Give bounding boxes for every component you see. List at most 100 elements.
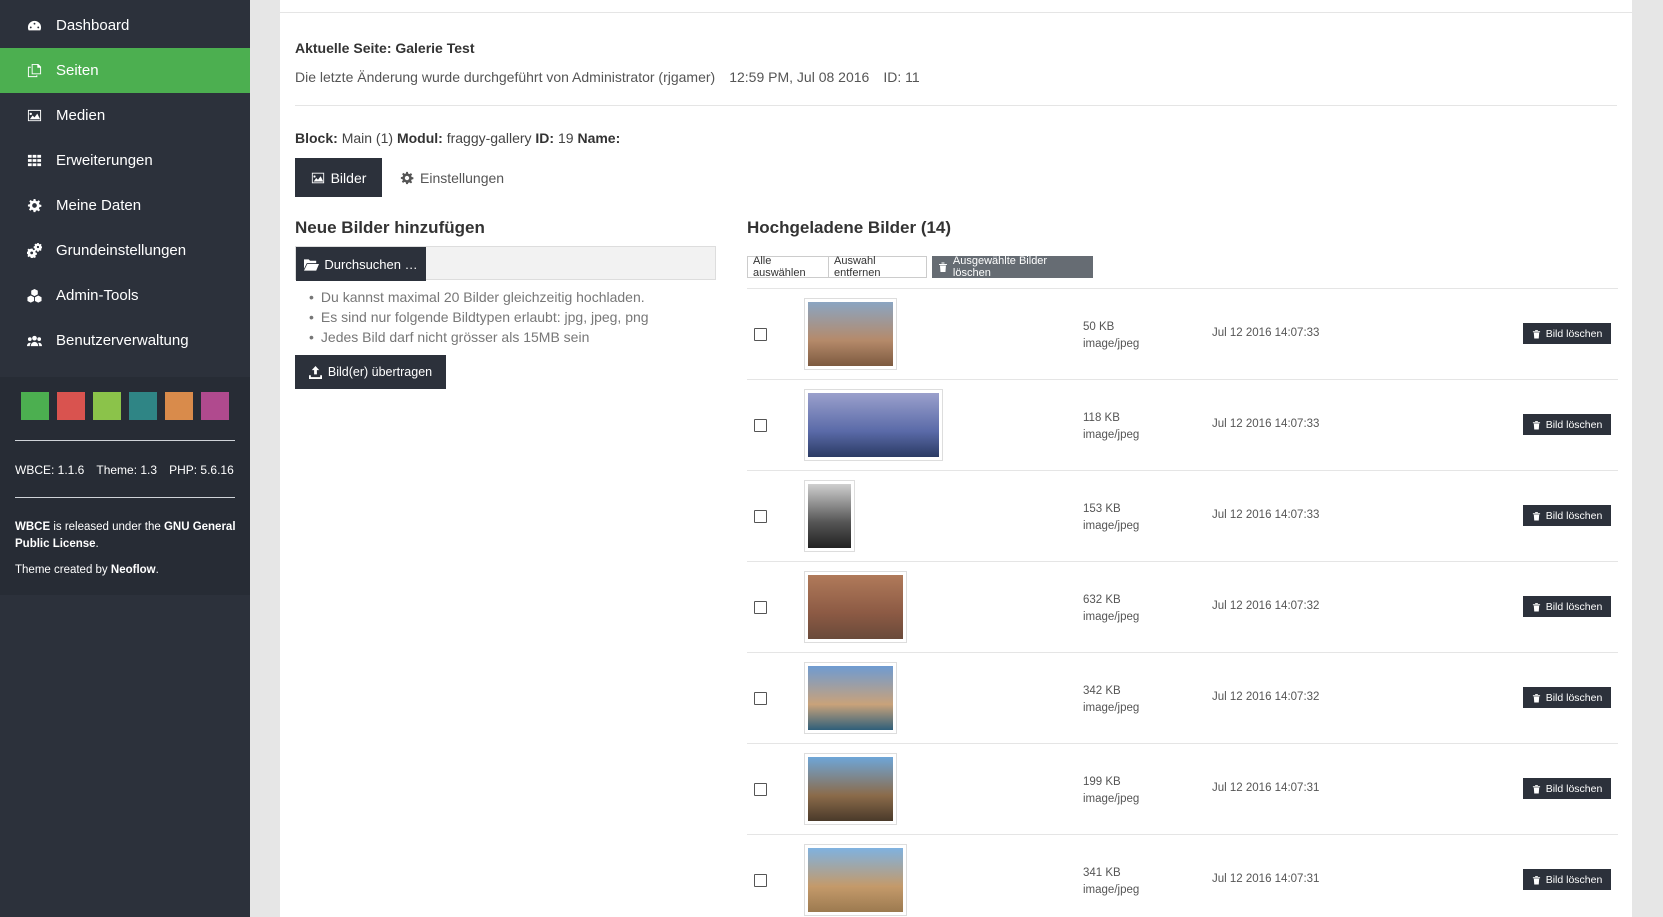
submit-label: Bild(er) übertragen: [327, 365, 433, 379]
file-size: 341 KB: [1083, 867, 1121, 879]
select-checkbox[interactable]: [754, 601, 767, 614]
delete-label: Bild löschen: [1545, 691, 1603, 704]
last-change-time: 12:59 PM, Jul 08 2016: [729, 69, 870, 85]
image-thumbnail[interactable]: [804, 753, 897, 825]
delete-image-button[interactable]: Bild löschen: [1523, 596, 1611, 617]
tab-bilder[interactable]: Bilder: [295, 158, 382, 197]
last-change: Die letzte Änderung wurde durchgeführt v…: [295, 69, 716, 85]
select-checkbox[interactable]: [754, 874, 767, 887]
credit-author[interactable]: Neoflow: [111, 564, 156, 576]
sidebar-item-benutzerverwaltung[interactable]: Benutzerverwaltung: [0, 318, 250, 363]
image-size-info: 342 KB image/jpeg: [1083, 683, 1139, 717]
browse-button[interactable]: Durchsuchen …: [296, 247, 426, 281]
image-size-info: 341 KB image/jpeg: [1083, 865, 1139, 899]
mime-type: image/jpeg: [1083, 429, 1140, 441]
sidebar-item-meine-daten[interactable]: Meine Daten: [0, 183, 250, 228]
tab-label: Bilder: [330, 169, 367, 186]
delete-image-button[interactable]: Bild löschen: [1523, 323, 1611, 344]
delete-image-button[interactable]: Bild löschen: [1523, 505, 1611, 526]
sidebar-item-seiten[interactable]: Seiten: [0, 48, 250, 93]
image-size-info: 199 KB image/jpeg: [1083, 774, 1139, 808]
image-icon: [26, 108, 42, 124]
pages-icon: [26, 63, 42, 79]
image-size-info: 50 KB image/jpeg: [1083, 319, 1139, 353]
upload-hints: Du kannst maximal 20 Bilder gleichzeitig…: [320, 287, 649, 347]
license-period: .: [95, 538, 99, 550]
sidebar-item-label: Grundeinstellungen: [56, 242, 187, 259]
sidebar-item-dashboard[interactable]: Dashboard: [0, 3, 250, 48]
upload-date: Jul 12 2016 14:07:33: [1212, 327, 1320, 339]
image-row: 199 KB image/jpeg Jul 12 2016 14:07:31 Bild…: [747, 744, 1618, 835]
color-swatch[interactable]: [21, 392, 49, 420]
upload-date: Jul 12 2016 14:07:31: [1212, 782, 1320, 794]
thumbnail-picture: [808, 484, 851, 548]
modul-value: fraggy-gallery: [446, 130, 532, 146]
delete-image-button[interactable]: Bild löschen: [1523, 414, 1611, 435]
color-swatch[interactable]: [165, 392, 193, 420]
upload-submit-button[interactable]: Bild(er) übertragen: [295, 355, 446, 389]
image-size-info: 153 KB image/jpeg: [1083, 501, 1139, 535]
tab-einstellungen[interactable]: Einstellungen: [400, 158, 504, 197]
color-swatch[interactable]: [129, 392, 157, 420]
delete-label: Bild löschen: [1545, 327, 1603, 340]
delete-label: Bild löschen: [1545, 782, 1603, 795]
color-swatch[interactable]: [201, 392, 229, 420]
sidebar-item-erweiterungen[interactable]: Erweiterungen: [0, 138, 250, 183]
image-thumbnail[interactable]: [804, 844, 907, 916]
select-checkbox[interactable]: [754, 510, 767, 523]
gears-icon: [26, 243, 42, 259]
sidebar-item-label: Meine Daten: [56, 197, 142, 214]
image-row: 632 KB image/jpeg Jul 12 2016 14:07:32 Bild…: [747, 562, 1618, 653]
gallery-heading: Hochgeladene Bilder (14): [747, 218, 952, 237]
file-size: 118 KB: [1083, 412, 1120, 424]
image-thumbnail[interactable]: [804, 571, 907, 643]
name-label: Name:: [577, 130, 621, 146]
theme-version: Theme: 1.3: [96, 463, 158, 477]
mime-type: image/jpeg: [1083, 884, 1140, 896]
image-thumbnail[interactable]: [804, 298, 897, 370]
version-info: WBCE: 1.1.6 Theme: 1.3 PHP: 5.6.16: [15, 463, 234, 477]
theme-color-swatches: [21, 392, 229, 420]
gear-icon: [26, 198, 42, 214]
file-input[interactable]: Durchsuchen …: [295, 246, 716, 281]
trash-icon: [1532, 875, 1540, 884]
theme-credit: Theme created by Neoflow.: [15, 564, 159, 576]
mime-type: image/jpeg: [1083, 338, 1140, 350]
image-thumbnail[interactable]: [804, 662, 897, 734]
select-all-button[interactable]: Alle auswählen: [747, 255, 829, 279]
delete-image-button[interactable]: Bild löschen: [1523, 869, 1611, 890]
delete-image-button[interactable]: Bild löschen: [1523, 687, 1611, 708]
delete-selected-label: Ausgewählte Bilder löschen: [952, 255, 1048, 279]
select-checkbox[interactable]: [754, 419, 767, 432]
browse-label: Durchsuchen …: [324, 256, 418, 272]
file-size: 50 KB: [1083, 321, 1115, 333]
delete-image-button[interactable]: Bild löschen: [1523, 778, 1611, 799]
deselect-button[interactable]: Auswahl entfernen: [828, 255, 927, 279]
modul-label: Modul:: [396, 130, 443, 146]
image-row: 341 KB image/jpeg Jul 12 2016 14:07:31 Bild…: [747, 835, 1618, 917]
image-thumbnail[interactable]: [804, 480, 855, 552]
divider: [295, 105, 1617, 106]
cubes-icon: [26, 288, 42, 304]
trash-icon: [938, 262, 947, 272]
color-swatch[interactable]: [93, 392, 121, 420]
id-value: 19: [557, 130, 574, 146]
upload-date: Jul 12 2016 14:07:32: [1212, 691, 1320, 703]
mime-type: image/jpeg: [1083, 793, 1140, 805]
block-label: Block:: [295, 130, 338, 146]
thumbnail-picture: [808, 302, 893, 366]
image-thumbnail[interactable]: [804, 389, 943, 461]
sidebar-item-admin-tools[interactable]: Admin-Tools: [0, 273, 250, 318]
select-checkbox[interactable]: [754, 328, 767, 341]
sidebar-item-medien[interactable]: Medien: [0, 93, 250, 138]
delete-selected-button[interactable]: Ausgewählte Bilder löschen: [932, 255, 1093, 279]
select-checkbox[interactable]: [754, 783, 767, 796]
sidebar-item-grundeinstellungen[interactable]: Grundeinstellungen: [0, 228, 250, 273]
image-size-info: 118 KB image/jpeg: [1083, 410, 1139, 444]
select-checkbox[interactable]: [754, 692, 767, 705]
main-content: Aktuelle Seite: Galerie Test Die letzte …: [280, 0, 1632, 917]
upload-icon: [308, 365, 322, 379]
color-swatch[interactable]: [57, 392, 85, 420]
sidebar-item-label: Admin-Tools: [56, 287, 139, 304]
sidebar-item-label: Dashboard: [56, 17, 130, 34]
